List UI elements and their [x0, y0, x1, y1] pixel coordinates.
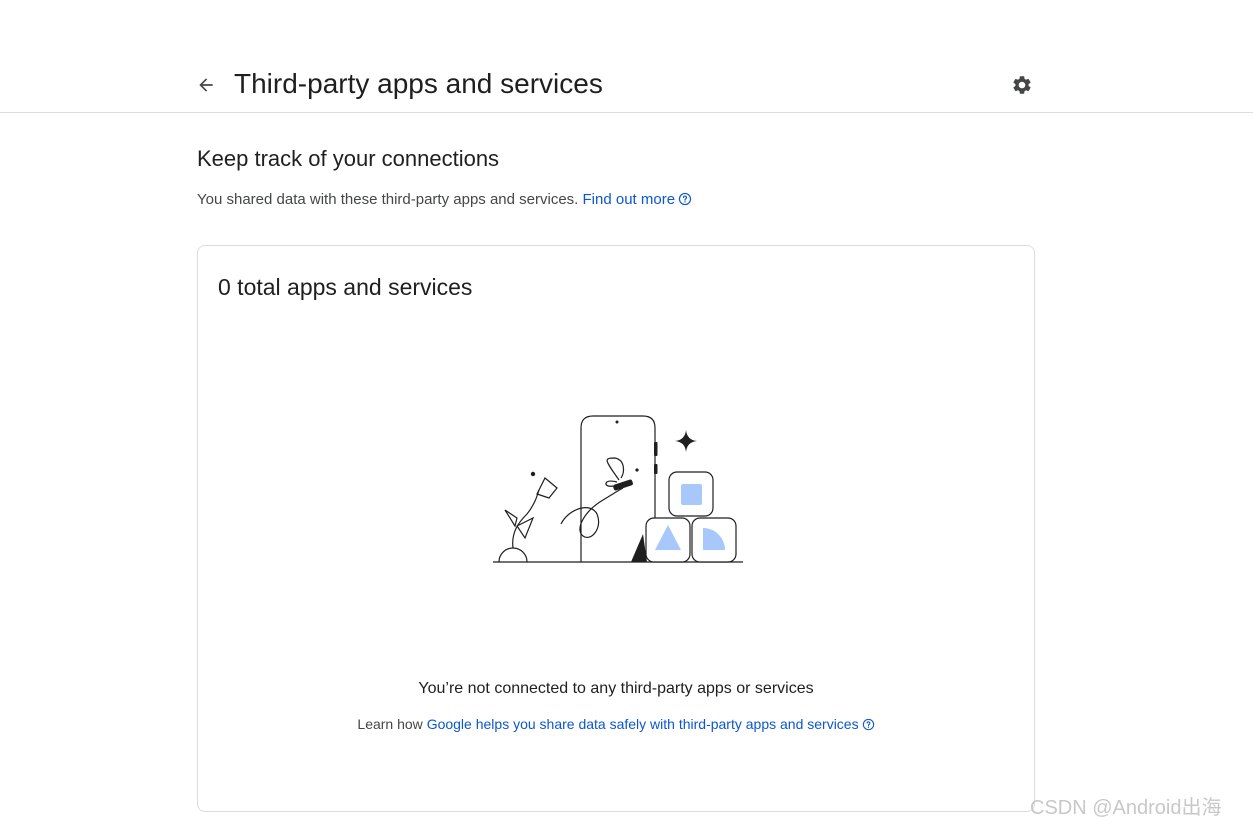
gear-icon	[1013, 76, 1031, 94]
find-out-more-link[interactable]: Find out more	[583, 191, 693, 208]
learn-more-label: Google helps you share data safely with …	[426, 716, 859, 732]
total-apps-title: 0 total apps and services	[218, 274, 473, 300]
empty-state-illustration	[493, 415, 743, 563]
watermark: CSDN @Android出海	[1030, 797, 1222, 819]
back-button[interactable]	[190, 69, 222, 101]
learn-more-link[interactable]: Google helps you share data safely with …	[427, 716, 875, 732]
empty-state-title: You’re not connected to any third-party …	[418, 680, 814, 697]
help-circle-icon	[862, 718, 874, 731]
learn-prefix: Learn how	[357, 716, 427, 732]
page-title: Third-party apps and services	[234, 68, 603, 99]
find-out-more-label: Find out more	[582, 191, 676, 208]
section-title: Keep track of your connections	[197, 146, 500, 171]
connections-card: 0 total apps and services You’re not con…	[197, 245, 1035, 812]
page: Third-party apps and services Keep track…	[0, 0, 1253, 829]
settings-button[interactable]	[1006, 69, 1038, 101]
intro-text-line: You shared data with these third-party a…	[197, 190, 692, 210]
empty-state-subtitle: Learn how Google helps you share data sa…	[198, 714, 1034, 734]
page-header: Third-party apps and services	[0, 0, 1253, 113]
arrow-back-icon	[199, 78, 213, 92]
help-circle-icon	[678, 192, 692, 206]
intro-text: You shared data with these third-party a…	[197, 191, 579, 208]
